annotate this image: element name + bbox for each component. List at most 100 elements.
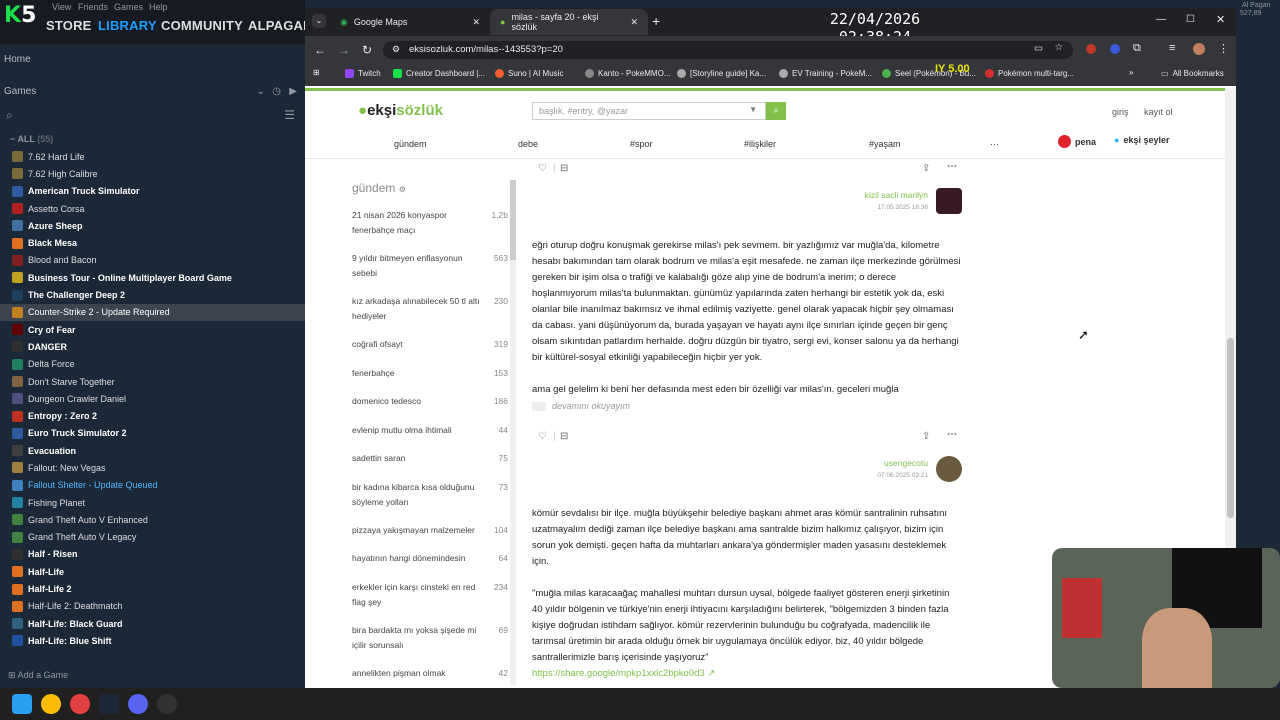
game-item[interactable]: Half-Life	[0, 563, 305, 580]
entry-author[interactable]: kizil sacli marilyn	[808, 190, 928, 200]
menu-friends[interactable]: Friends	[78, 2, 108, 12]
more-options-icon[interactable]: ⋯	[947, 161, 957, 172]
game-item[interactable]: Euro Truck Simulator 2	[0, 425, 305, 442]
game-item[interactable]: Fallout Shelter - Update Queued	[0, 477, 305, 494]
back-button[interactable]: ←	[314, 43, 326, 57]
bookmark-pokemon-multi[interactable]: Pokémon multi-targ...	[985, 69, 1074, 78]
game-item[interactable]: Half - Risen	[0, 546, 305, 563]
site-search-input[interactable]: başlık, #entry, @yazar ▼	[532, 102, 766, 120]
sidebar-topic[interactable]: coğrafi ofsayt 319	[352, 337, 512, 366]
app-icon[interactable]	[70, 694, 90, 714]
chrome-icon[interactable]	[41, 694, 61, 714]
bookmark-suno[interactable]: Suno | AI Music	[495, 69, 563, 78]
all-bookmarks[interactable]: ▭ All Bookmarks	[1161, 69, 1224, 78]
nav-more[interactable]: ···	[990, 139, 999, 149]
author-avatar[interactable]	[936, 456, 962, 482]
dropdown-arrow-icon[interactable]: ▼	[749, 105, 757, 114]
game-item[interactable]: Half-Life 2: Deathmatch	[0, 598, 305, 615]
entry-link[interactable]: https://share.google/mpkp1xxlc2bpko0d3 ↗	[532, 666, 962, 682]
share-icon[interactable]: ⇪	[922, 431, 930, 442]
media-icon[interactable]: ≡	[1169, 42, 1175, 54]
sidebar-topic[interactable]: pizzaya yakışmayan malzemeler 104	[352, 523, 512, 552]
author-avatar[interactable]	[936, 188, 962, 214]
favorite-icon[interactable]: ♡	[538, 163, 547, 174]
close-icon[interactable]: ✕	[472, 17, 480, 28]
nav-yasam[interactable]: #yaşam	[869, 139, 901, 149]
maximize-button[interactable]: ☐	[1186, 14, 1195, 25]
game-item[interactable]: Dungeon Crawler Daniel	[0, 390, 305, 407]
more-options-icon[interactable]: ⋯	[947, 429, 957, 440]
settings-icon[interactable]: ⚙	[399, 185, 406, 194]
extension-icon[interactable]	[1110, 44, 1120, 54]
nav-community[interactable]: COMMUNITY	[161, 18, 243, 33]
game-item[interactable]: Grand Theft Auto V Enhanced	[0, 511, 305, 528]
game-item[interactable]: Half-Life: Blue Shift	[0, 632, 305, 649]
sidebar-topic[interactable]: erkekler için karşı cinsteki en red flag…	[352, 580, 512, 623]
nav-store[interactable]: STORE	[46, 18, 92, 33]
sidebar-topic[interactable]: domenico tedesco 186	[352, 394, 512, 423]
puzzle-icon[interactable]: ⧉	[1133, 42, 1141, 55]
library-search[interactable]: ⌕ ☰	[0, 106, 305, 126]
nav-iliskiler[interactable]: #ilişkiler	[744, 139, 776, 149]
entry-author[interactable]: usengecotu	[808, 458, 928, 468]
game-item[interactable]: Assetto Corsa	[0, 200, 305, 217]
game-item[interactable]: Grand Theft Auto V Legacy	[0, 529, 305, 546]
nav-profile[interactable]: ALPAGAN	[248, 18, 313, 33]
steam-icon[interactable]	[99, 694, 119, 714]
game-item[interactable]: Blood and Bacon	[0, 252, 305, 269]
bookmark-storyline[interactable]: [Storyline guide] Ka...	[677, 69, 766, 78]
clock-icon[interactable]: ◷	[272, 86, 281, 97]
game-item[interactable]: Fishing Planet	[0, 494, 305, 511]
game-item[interactable]: Fallout: New Vegas	[0, 459, 305, 476]
game-item[interactable]: 7.62 Hard Life	[0, 148, 305, 165]
game-item[interactable]: Cry of Fear	[0, 321, 305, 338]
tab-eksi[interactable]: ● milas - sayfa 20 - ekşi sözlük ✕	[490, 9, 648, 35]
game-item[interactable]: Don't Starve Together	[0, 373, 305, 390]
game-item[interactable]: Entropy : Zero 2	[0, 407, 305, 424]
apps-grid-icon[interactable]: ⊞	[313, 68, 320, 77]
bookmark-kanto[interactable]: Kanto - PokeMMO...	[585, 69, 670, 78]
game-item[interactable]: Business Tour - Online Multiplayer Board…	[0, 269, 305, 286]
game-item[interactable]: Half-Life: Black Guard	[0, 615, 305, 632]
read-more-link[interactable]: devamını okuyayım	[532, 401, 630, 411]
tab-google-maps[interactable]: ◉ Google Maps ✕	[330, 9, 490, 35]
extension-icon[interactable]	[1086, 44, 1096, 54]
nav-debe[interactable]: debe	[518, 139, 538, 149]
game-item[interactable]: 7.62 High Calibre	[0, 165, 305, 182]
game-item[interactable]: Black Mesa	[0, 234, 305, 251]
sidebar-topic[interactable]: evlenip mutlu olma ihtimali 44	[352, 423, 512, 452]
more-bookmarks-icon[interactable]: »	[1129, 68, 1133, 77]
sidebar-topic[interactable]: 21 nisan 2026 konyaspor fenerbahçe maçı 1…	[352, 208, 512, 251]
profile-avatar[interactable]	[1193, 43, 1205, 55]
downvote-icon[interactable]: ⊟	[560, 431, 568, 442]
favorite-icon[interactable]: ♡	[538, 431, 547, 442]
game-item[interactable]: The Challenger Deep 2	[0, 286, 305, 303]
downvote-icon[interactable]: ⊟	[560, 163, 568, 174]
menu-help[interactable]: Help	[149, 2, 168, 12]
register-link[interactable]: kayıt ol	[1144, 107, 1173, 117]
bookmark-creator[interactable]: Creator Dashboard |...	[393, 69, 485, 78]
eksi-logo[interactable]: ●ekşisözlük	[358, 102, 443, 119]
entry-date[interactable]: 07.06.2025 03:21	[808, 472, 928, 479]
nav-spor[interactable]: #spor	[630, 139, 653, 149]
menu-icon[interactable]: ⋮	[1218, 42, 1229, 55]
search-button[interactable]: ⌕	[766, 102, 786, 120]
game-item[interactable]: Azure Sheep	[0, 217, 305, 234]
play-icon[interactable]: ▶	[289, 86, 297, 97]
nav-gundem[interactable]: gündem	[394, 139, 427, 149]
menu-view[interactable]: View	[52, 2, 71, 12]
eksi-seyler-link[interactable]: ● ekşi şeyler	[1114, 135, 1169, 145]
sidebar-topic[interactable]: fenerbahçe 153	[352, 366, 512, 395]
entry-date[interactable]: 17.05.2025 18:36	[808, 204, 928, 211]
game-item[interactable]: Delta Force	[0, 356, 305, 373]
nav-library[interactable]: LIBRARY	[98, 18, 157, 33]
game-item[interactable]: Counter-Strike 2 - Update Required	[0, 303, 305, 321]
windows-start-icon[interactable]	[12, 694, 32, 714]
sidebar-topic[interactable]: kız arkadaşa alınabilecek 50 tl altı hed…	[352, 294, 512, 337]
minimize-button[interactable]: —	[1156, 14, 1166, 25]
address-bar[interactable]: ⚙ eksisozluk.com/milas--143553?p=20 ▭ ☆	[383, 41, 1073, 59]
home-button[interactable]: Home	[0, 50, 305, 72]
bookmark-twitch[interactable]: Twitch	[345, 69, 381, 78]
discord-icon[interactable]	[128, 694, 148, 714]
add-game-button[interactable]: ⊞ Add a Game	[0, 668, 305, 686]
